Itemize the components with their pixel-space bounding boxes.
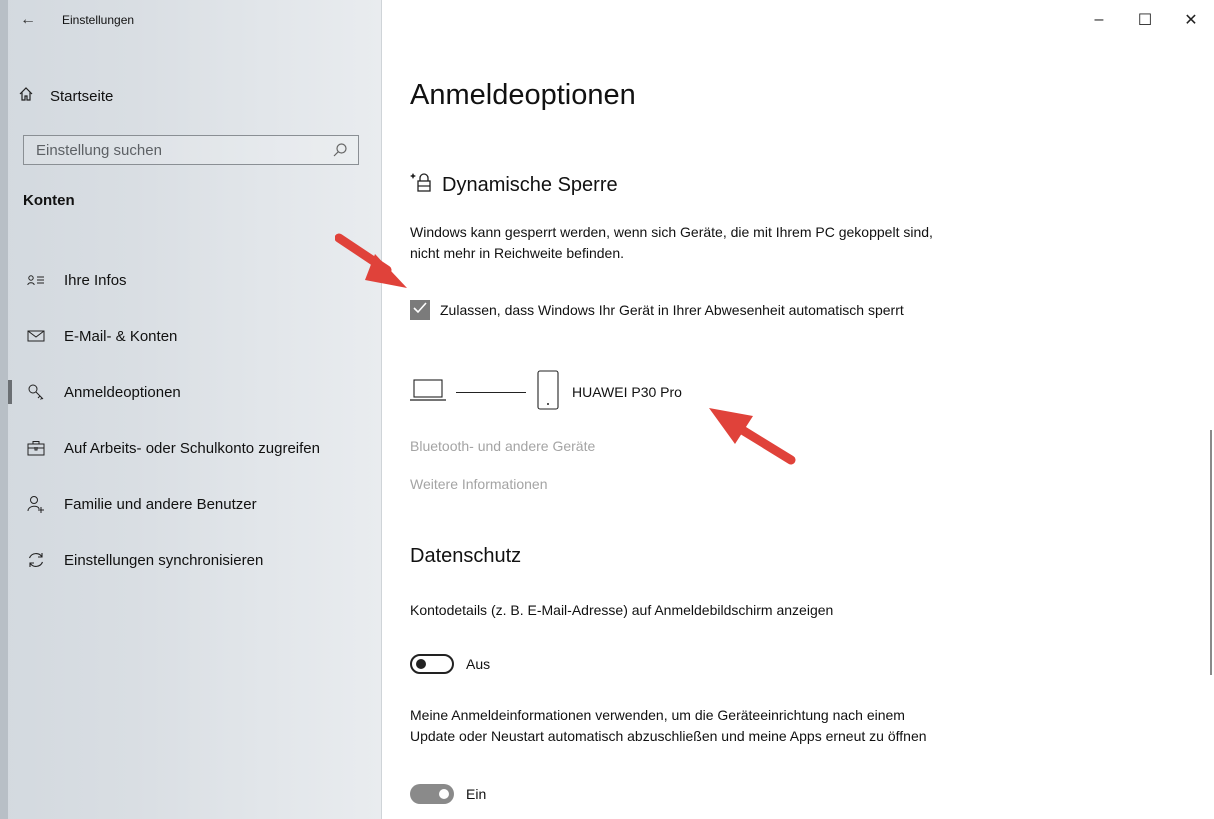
search-box[interactable] xyxy=(23,135,359,165)
search-icon[interactable] xyxy=(332,142,348,158)
home-icon xyxy=(18,86,34,106)
app-title: Einstellungen xyxy=(62,13,135,27)
paired-device-row: HUAWEI P30 Pro xyxy=(410,369,682,415)
add-person-icon xyxy=(26,494,46,514)
scrollbar[interactable] xyxy=(1210,430,1212,675)
privacy-setting-1-row: Aus xyxy=(410,654,490,674)
sidebar-item-label: Familie und andere Benutzer xyxy=(64,495,257,513)
maximize-button[interactable]: ☐ xyxy=(1122,0,1168,40)
sidebar-section-header: Konten xyxy=(23,192,75,209)
briefcase-icon xyxy=(26,438,46,458)
device-name: HUAWEI P30 Pro xyxy=(572,384,682,400)
dynamic-lock-checkbox[interactable] xyxy=(410,300,430,320)
section-dynamic-lock: Dynamische Sperre xyxy=(410,170,618,200)
annotation-arrow-device xyxy=(709,408,796,465)
connection-line xyxy=(456,391,526,393)
window-controls: – ☐ ✕ xyxy=(1076,0,1214,40)
page-title: Anmeldeoptionen xyxy=(410,79,636,111)
sidebar-item-label: Auf Arbeits- oder Schulkonto zugreifen xyxy=(64,439,320,457)
toggle-knob xyxy=(439,789,449,799)
mail-icon xyxy=(26,326,46,346)
laptop-icon xyxy=(410,378,446,407)
key-icon xyxy=(26,382,46,402)
sidebar-item-familie[interactable]: Familie und andere Benutzer xyxy=(0,476,381,532)
dynamic-lock-description: Windows kann gesperrt werden, wenn sich … xyxy=(410,224,933,261)
search-input[interactable] xyxy=(34,140,332,160)
bluetooth-devices-link[interactable]: Bluetooth- und andere Geräte xyxy=(410,438,595,454)
account-details-toggle[interactable] xyxy=(410,654,454,674)
sidebar-home-label: Startseite xyxy=(50,87,114,105)
toggle-knob xyxy=(416,659,426,669)
privacy-setting-2-row: Ein xyxy=(410,784,486,804)
toggle-state-label: Ein xyxy=(466,786,487,802)
sidebar-item-home[interactable]: Startseite xyxy=(18,80,113,112)
auto-signin-toggle[interactable] xyxy=(410,784,454,804)
sidebar-item-label: Einstellungen synchronisieren xyxy=(64,551,264,569)
minimize-icon: – xyxy=(1094,11,1104,28)
sidebar-item-arbeitskonto[interactable]: Auf Arbeits- oder Schulkonto zugreifen xyxy=(0,420,381,476)
checkmark-icon xyxy=(413,301,427,319)
sidebar-item-ihre-infos[interactable]: Ihre Infos xyxy=(0,252,381,308)
privacy-setting-2-text: Meine Anmeldeinformationen verwenden, um… xyxy=(410,707,927,744)
toggle-state-label: Aus xyxy=(466,656,491,672)
close-button[interactable]: ✕ xyxy=(1168,0,1214,40)
more-info-link[interactable]: Weitere Informationen xyxy=(410,476,547,492)
person-card-icon xyxy=(26,270,46,290)
maximize-icon: ☐ xyxy=(1137,12,1153,29)
sidebar-item-synchronisieren[interactable]: Einstellungen synchronisieren xyxy=(0,532,381,588)
dynamic-lock-checkbox-row: Zulassen, dass Windows Ihr Gerät in Ihre… xyxy=(410,300,910,321)
sidebar: ← Einstellungen Startseite Konten Ihre I… xyxy=(0,0,382,819)
sidebar-item-anmeldeoptionen[interactable]: Anmeldeoptionen xyxy=(0,364,381,420)
checkbox-label[interactable]: Zulassen, dass Windows Ihr Gerät in Ihre… xyxy=(440,300,910,321)
close-icon: ✕ xyxy=(1184,12,1198,29)
sidebar-item-label: Ihre Infos xyxy=(64,271,127,289)
sidebar-item-email-konten[interactable]: E-Mail- & Konten xyxy=(0,308,381,364)
sidebar-item-label: Anmeldeoptionen xyxy=(64,383,181,401)
section-title: Dynamische Sperre xyxy=(442,173,618,196)
back-arrow-icon: ← xyxy=(20,11,36,28)
back-button[interactable]: ← xyxy=(8,0,48,40)
phone-icon xyxy=(536,369,560,415)
section-title: Datenschutz xyxy=(410,545,522,567)
sidebar-item-label: E-Mail- & Konten xyxy=(64,327,178,345)
sync-icon xyxy=(26,550,46,570)
section-privacy: Datenschutz xyxy=(410,545,521,568)
annotation-arrow-checkbox xyxy=(335,233,407,288)
dynamic-lock-icon xyxy=(410,170,434,200)
minimize-button[interactable]: – xyxy=(1076,0,1122,40)
privacy-setting-1-text: Kontodetails (z. B. E-Mail-Adresse) auf … xyxy=(410,602,834,618)
sidebar-nav: Ihre Infos E-Mail- & Konten Anmeldeoptio… xyxy=(0,252,381,588)
titlebar-left: ← Einstellungen xyxy=(8,0,381,40)
